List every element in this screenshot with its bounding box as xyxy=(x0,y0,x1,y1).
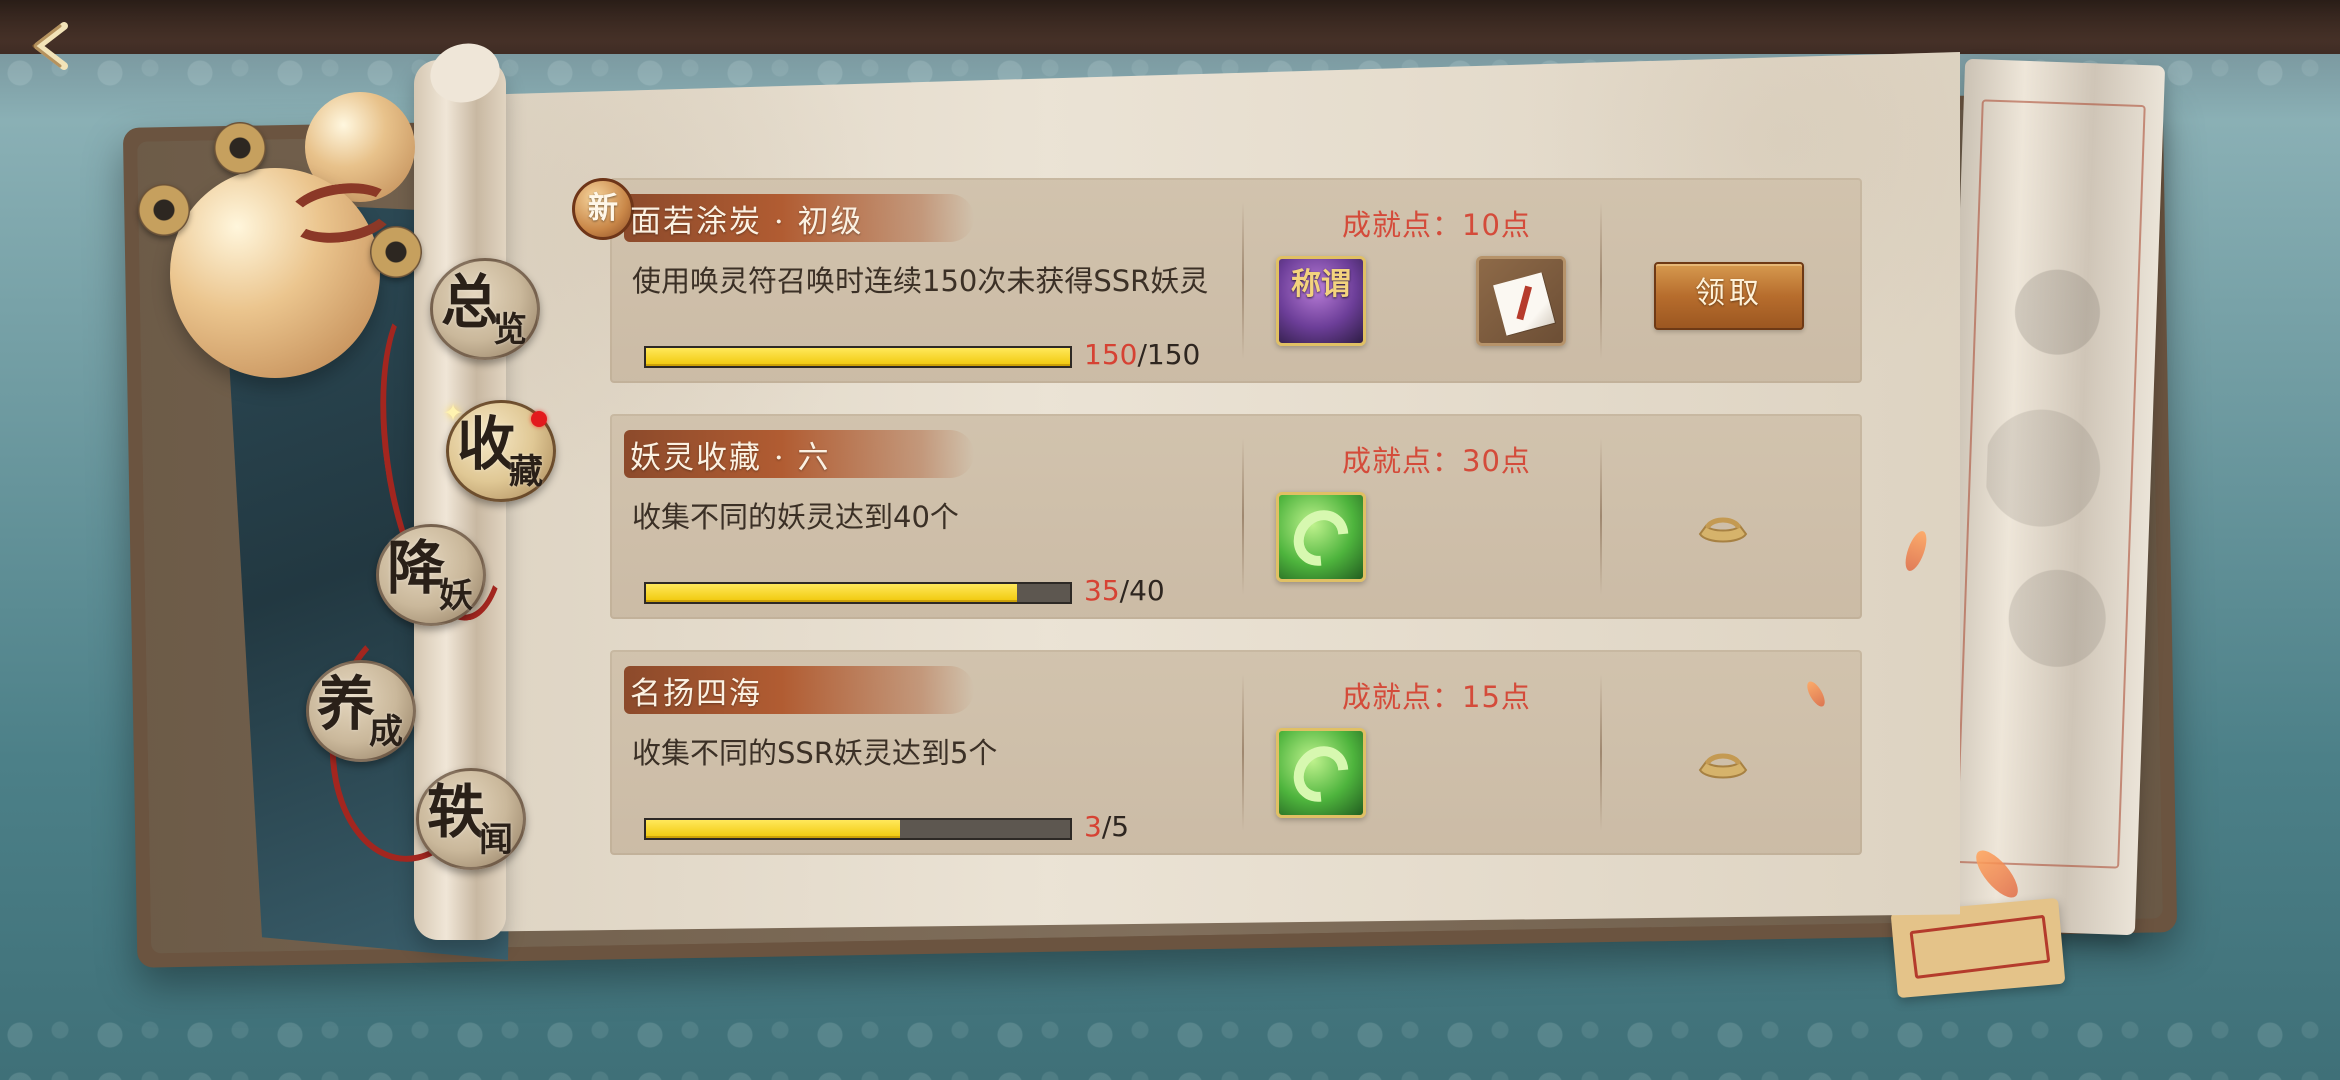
claim-button[interactable]: 领取 xyxy=(1654,262,1804,330)
locked-ingot-svg xyxy=(1698,753,1748,779)
progress-current: 150 xyxy=(1084,338,1138,371)
right-side-paper xyxy=(1934,58,2166,936)
jade-icon[interactable] xyxy=(1276,492,1366,582)
letter-paper xyxy=(1493,272,1555,336)
card-divider xyxy=(1242,202,1244,359)
locked-ingot-icon xyxy=(1694,752,1752,784)
achievement-title: 面若涂炭 · 初级 xyxy=(630,204,864,240)
nav-nurture-small-char: 成 xyxy=(369,712,403,752)
top-shadow xyxy=(0,0,2340,42)
nav-overview-small-char: 览 xyxy=(493,310,527,350)
nav-nurture-button[interactable]: 养 成 xyxy=(306,660,416,762)
achievement-points: 成就点：30点 xyxy=(1342,444,1531,478)
nav-subdue-small-char: 妖 xyxy=(439,576,473,616)
achievement-card: 名扬四海 收集不同的SSR妖灵达到5个 3/5 成就点：15点 xyxy=(610,650,1862,855)
notification-dot xyxy=(531,411,547,427)
achievement-description: 收集不同的妖灵达到40个 xyxy=(632,500,959,534)
new-badge: 新 xyxy=(572,178,634,240)
card-divider xyxy=(1600,202,1602,359)
nav-anecdote-big-char: 轶 xyxy=(427,778,486,846)
nav-collection-button[interactable]: ✦ 收 藏 xyxy=(443,399,556,502)
locked-ingot-svg xyxy=(1698,517,1748,543)
back-button[interactable] xyxy=(18,16,88,76)
achievement-description: 使用唤灵符召唤时连续150次未获得SSR妖灵 xyxy=(632,264,1209,298)
bottom-cloud-pattern xyxy=(0,1010,2340,1080)
achievement-card: 妖灵收藏 · 六 收集不同的妖灵达到40个 35/40 成就点：30点 xyxy=(610,414,1862,619)
chevron-left-icon xyxy=(32,22,68,70)
coin-icon xyxy=(138,184,190,236)
progress-current: 35 xyxy=(1084,574,1120,607)
achievement-card: 新 面若涂炭 · 初级 使用唤灵符召唤时连续150次未获得SSR妖灵 150/1… xyxy=(572,178,1862,383)
progress-text: 3/5 xyxy=(1084,810,1129,843)
progress-bar xyxy=(644,818,1072,840)
nav-collection-big-char: 收 xyxy=(457,410,516,478)
title-token-text: 称谓 xyxy=(1291,267,1351,302)
nav-overview-big-char: 总 xyxy=(441,268,500,336)
progress-total: /150 xyxy=(1137,338,1201,371)
progress-text: 150/150 xyxy=(1084,338,1200,371)
jade-icon[interactable] xyxy=(1276,728,1366,818)
locked-ingot-icon xyxy=(1694,516,1752,548)
progress-fill xyxy=(646,820,901,838)
progress-current: 3 xyxy=(1084,810,1102,843)
nav-overview-button[interactable]: 总 览 xyxy=(430,258,540,360)
progress-total: /40 xyxy=(1119,574,1165,607)
nav-subdue-big-char: 降 xyxy=(387,534,446,602)
coin-icon xyxy=(370,226,422,278)
card-divider xyxy=(1600,438,1602,595)
card-divider xyxy=(1600,674,1602,831)
achievement-points: 成就点：15点 xyxy=(1342,680,1531,714)
progress-fill xyxy=(646,584,1017,602)
achievement-description: 收集不同的SSR妖灵达到5个 xyxy=(632,736,998,770)
nav-subdue-button[interactable]: 降 妖 xyxy=(376,524,486,626)
game-screen: 总 览 ✦ 收 藏 降 妖 养 成 轶 闻 新 面若涂炭 · 初级 使用唤灵符召… xyxy=(0,0,2340,1080)
jade-swirl xyxy=(1282,499,1360,577)
title-token-icon[interactable]: 称谓 xyxy=(1276,256,1366,346)
progress-total: /5 xyxy=(1101,810,1130,843)
card-divider xyxy=(1242,438,1244,595)
nav-collection-small-char: 藏 xyxy=(509,452,543,492)
progress-bar xyxy=(644,582,1072,604)
coin-icon xyxy=(214,122,266,174)
nav-anecdote-small-char: 闻 xyxy=(479,820,513,860)
nav-nurture-big-char: 养 xyxy=(317,670,376,738)
achievement-title: 名扬四海 xyxy=(630,676,762,712)
card-divider xyxy=(1242,674,1244,831)
achievement-points: 成就点：10点 xyxy=(1342,208,1531,242)
jade-swirl xyxy=(1282,735,1360,813)
nav-anecdote-button[interactable]: 轶 闻 xyxy=(416,768,526,870)
progress-fill xyxy=(646,348,1070,366)
letter-icon[interactable] xyxy=(1476,256,1566,346)
progress-text: 35/40 xyxy=(1084,574,1165,607)
progress-bar xyxy=(644,346,1072,368)
achievement-title: 妖灵收藏 · 六 xyxy=(630,440,831,476)
